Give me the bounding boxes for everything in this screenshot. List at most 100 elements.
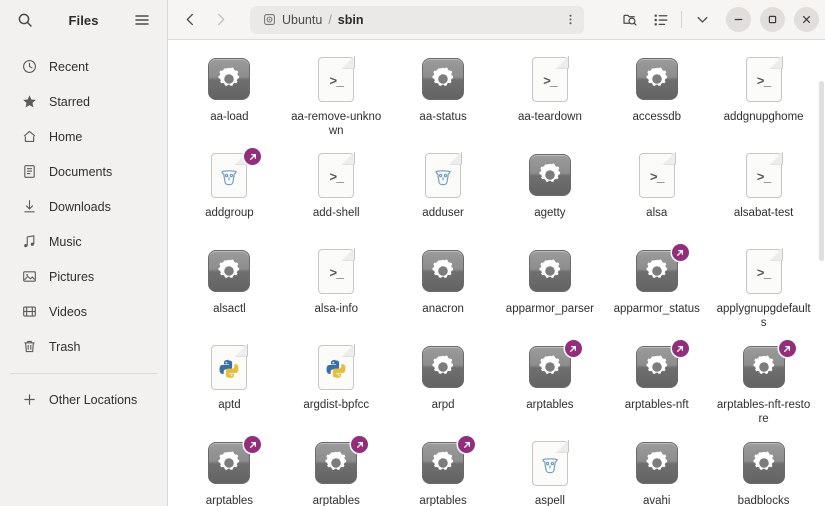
file-icon [205,55,253,103]
file-item[interactable]: >_ applygnupgdefaults [710,240,817,336]
sidebar-item-music[interactable]: Music [6,224,161,259]
file-icon [633,340,689,391]
home-icon [21,128,38,145]
file-item[interactable]: avahi [603,432,710,506]
file-icon: >_ [740,151,788,199]
header-bar: Ubuntu / sbin [168,0,825,40]
sidebar-item-recent[interactable]: Recent [6,49,161,84]
file-item[interactable]: >_ addgnupghome [710,48,817,144]
file-item[interactable]: >_ aa-remove-unknown [283,48,390,144]
hamburger-menu-icon[interactable] [129,7,155,33]
file-label: anacron [422,303,464,315]
file-label: arptables [526,399,574,411]
search-icon[interactable] [12,7,38,33]
sidebar-item-label: Other Locations [49,392,138,407]
executable-gear-icon [742,442,785,484]
python-script-icon [211,345,247,390]
breadcrumb-label: sbin [337,12,364,27]
breadcrumb-item-ubuntu[interactable]: Ubuntu [258,8,327,32]
file-item[interactable]: argdist-bpfcc [283,336,390,432]
terminal-script-icon: >_ [318,153,354,198]
list-view-icon[interactable] [646,6,676,34]
vertical-dots-icon[interactable] [558,8,582,32]
file-item[interactable]: >_ aa-teardown [497,48,604,144]
file-item[interactable]: arptables [497,336,604,432]
file-label: applygnupgdefaults [716,303,811,329]
file-item[interactable]: aptd [176,336,283,432]
file-label: agetty [534,207,566,219]
sidebar-item-trash[interactable]: Trash [6,329,161,364]
file-item[interactable]: agetty [497,144,604,240]
file-item[interactable]: arptables [176,432,283,506]
sidebar-item-label: Documents [49,164,113,179]
search-folder-icon[interactable] [614,6,644,34]
terminal-script-icon: >_ [318,249,354,294]
maximize-icon[interactable] [760,7,785,32]
sidebar-item-documents[interactable]: Documents [6,154,161,189]
sidebar-item-label: Trash [49,339,81,354]
forward-button[interactable] [206,6,234,34]
sidebar-item-label: Downloads [49,199,111,214]
download-icon [21,198,38,215]
symlink-badge-icon [671,340,689,357]
sidebar-item-downloads[interactable]: Downloads [6,189,161,224]
file-icon [526,340,582,391]
file-item[interactable]: arpd [390,336,497,432]
file-item[interactable]: >_ alsabat-test [710,144,817,240]
file-item[interactable]: apparmor_parser [497,240,604,336]
file-label: aa-teardown [517,111,582,123]
file-item[interactable]: addgroup [176,144,283,240]
file-item[interactable]: >_ add-shell [283,144,390,240]
file-item[interactable]: adduser [390,144,497,240]
symlink-badge-icon [244,148,262,165]
file-label: aa-load [210,111,249,123]
file-item[interactable]: apparmor_status [603,240,710,336]
symlink-badge-icon [351,436,369,453]
minimize-icon[interactable] [726,7,751,32]
file-item[interactable]: anacron [390,240,497,336]
file-label: add-shell [312,207,360,219]
close-icon[interactable] [794,7,819,32]
file-label: arptables [419,495,467,506]
perl-script-icon [211,153,247,198]
file-icon: >_ [633,151,681,199]
file-icon: >_ [740,247,788,295]
file-label: apparmor_parser [505,303,595,315]
terminal-script-icon: >_ [745,57,782,102]
file-label: addgnupghome [723,111,804,123]
breadcrumb-item-sbin[interactable]: sbin [333,8,369,32]
sidebar-item-starred[interactable]: Starred [6,84,161,119]
file-item[interactable]: alsactl [176,240,283,336]
file-grid: aa-load >_ aa-remove-unknown aa-status >_ aa-… [176,48,817,506]
plus-icon [21,391,38,408]
symlink-badge-icon [564,340,582,357]
sidebar-item-label: Recent [49,59,89,74]
file-item[interactable]: accessdb [603,48,710,144]
sidebar-item-videos[interactable]: Videos [6,294,161,329]
executable-gear-icon [742,346,785,388]
disk-icon [263,13,276,26]
sidebar-item-label: Videos [49,304,87,319]
file-item[interactable]: arptables-nft-restore [710,336,817,432]
file-icon: >_ [312,247,360,295]
file-item[interactable]: >_ alsa-info [283,240,390,336]
sidebar-item-other-locations[interactable]: Other Locations [6,382,161,417]
file-item[interactable]: >_ alsa [603,144,710,240]
file-item[interactable]: badblocks [710,432,817,506]
file-item[interactable]: arptables [283,432,390,506]
terminal-script-icon: >_ [318,57,354,102]
file-icon [526,439,574,487]
back-button[interactable] [176,6,204,34]
file-item[interactable]: arptables-nft [603,336,710,432]
chevron-down-icon[interactable] [687,6,717,34]
vertical-scrollbar[interactable] [819,81,824,261]
file-item[interactable]: aa-status [390,48,497,144]
sidebar-item-home[interactable]: Home [6,119,161,154]
sidebar-item-pictures[interactable]: Pictures [6,259,161,294]
file-item[interactable]: aa-load [176,48,283,144]
file-label: arptables [312,495,360,506]
file-item[interactable]: aspell [497,432,604,506]
file-label: apparmor_status [613,303,700,315]
file-item[interactable]: arptables [390,432,497,506]
file-label: aa-remove-unknown [291,111,382,137]
